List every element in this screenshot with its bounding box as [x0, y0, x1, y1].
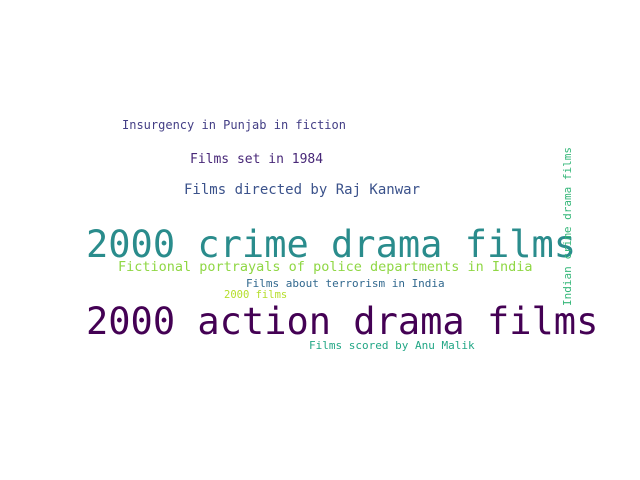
word-films-by-raj-kanwar: Films directed by Raj Kanwar [184, 182, 421, 198]
word-films-set-in-1984: Films set in 1984 [190, 152, 324, 167]
word-2000-crime-drama-films: 2000 crime drama films [86, 223, 577, 266]
word-2000-films: 2000 films [224, 289, 288, 301]
word-indian-crime-drama-films: Indian crime drama films [561, 147, 574, 306]
word-films-scored-by-anu-malik: Films scored by Anu Malik [309, 339, 475, 352]
word-insurgency-in-punjab: Insurgency in Punjab in fiction [122, 118, 346, 132]
word-2000-action-drama-films: 2000 action drama films [86, 300, 599, 343]
word-films-about-terrorism: Films about terrorism in India [246, 277, 445, 290]
word-fictional-police-portrayals: Fictional portrayals of police departmen… [118, 259, 533, 275]
word-cloud: Insurgency in Punjab in fiction Films se… [0, 0, 640, 480]
